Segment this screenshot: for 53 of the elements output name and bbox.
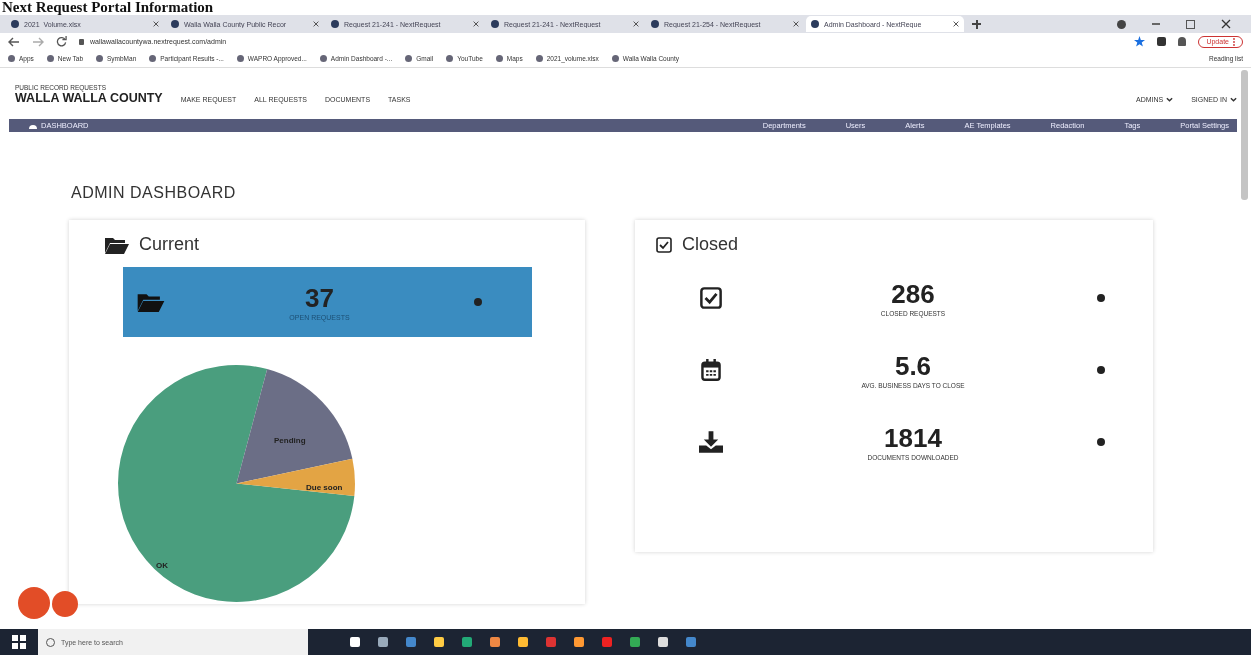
close-icon[interactable]	[473, 21, 479, 27]
folder-icon	[105, 235, 129, 254]
close-icon[interactable]	[1221, 19, 1231, 29]
taskbar-app-icon[interactable]	[462, 637, 472, 647]
taskbar-app-icon[interactable]	[434, 637, 444, 647]
card-title: Current	[139, 234, 200, 255]
favicon-icon	[651, 20, 659, 28]
taskbar-app-icon[interactable]	[350, 637, 360, 647]
slice-label: OK	[156, 561, 168, 571]
stat-value: 1814	[883, 423, 943, 454]
reload-icon[interactable]	[56, 36, 67, 47]
favicon-icon	[811, 20, 819, 28]
taskbar-app-icon[interactable]	[378, 637, 388, 647]
card-title: Closed	[682, 234, 739, 255]
calendar-icon	[699, 359, 723, 381]
document-heading: Next Request Portal Information	[1, 0, 214, 15]
taskbar-app-icon[interactable]	[658, 637, 668, 647]
site-title[interactable]: WALLA WALLA COUNTY	[15, 91, 163, 105]
dashboard-icon	[29, 122, 37, 129]
taskbar-app-icon[interactable]	[686, 637, 696, 647]
stat-value: 286	[890, 279, 936, 310]
taskbar-app-icon[interactable]	[490, 637, 500, 647]
close-icon[interactable]	[793, 21, 799, 27]
star-icon[interactable]	[1134, 36, 1146, 47]
taskbar-app-icon[interactable]	[518, 637, 528, 647]
favicon-icon	[331, 20, 339, 28]
taskbar-app-icon[interactable]	[546, 637, 556, 647]
back-icon[interactable]	[8, 36, 20, 47]
restore-icon[interactable]	[1186, 19, 1195, 29]
slice-label: Due soon	[306, 483, 343, 493]
favicon-icon	[171, 20, 179, 28]
favicon-icon	[11, 20, 19, 28]
download-icon	[699, 431, 723, 453]
checkbox-icon	[699, 287, 723, 309]
taskbar-app-icon[interactable]	[406, 637, 416, 647]
close-icon[interactable]	[633, 21, 639, 27]
close-icon[interactable]	[953, 21, 959, 27]
page-title: ADMIN DASHBOARD	[71, 184, 236, 202]
taskbar-app-icon[interactable]	[574, 637, 584, 647]
taskbar-app-icon[interactable]	[630, 637, 640, 647]
slice-label: Pending	[274, 436, 306, 446]
windows-start-icon[interactable]	[12, 635, 26, 649]
taskbar-app-icon[interactable]	[602, 637, 612, 647]
folder-icon	[137, 292, 165, 312]
close-icon[interactable]	[153, 21, 159, 27]
count: 37	[304, 283, 335, 314]
chevron-down-icon	[1166, 97, 1174, 102]
chevron-down-icon	[1230, 97, 1237, 102]
stat-value: 5.6	[893, 351, 933, 382]
close-icon[interactable]	[313, 21, 319, 27]
scrollbar[interactable]	[1241, 70, 1248, 200]
checkbox-icon	[656, 236, 672, 253]
favicon-icon	[491, 20, 499, 28]
